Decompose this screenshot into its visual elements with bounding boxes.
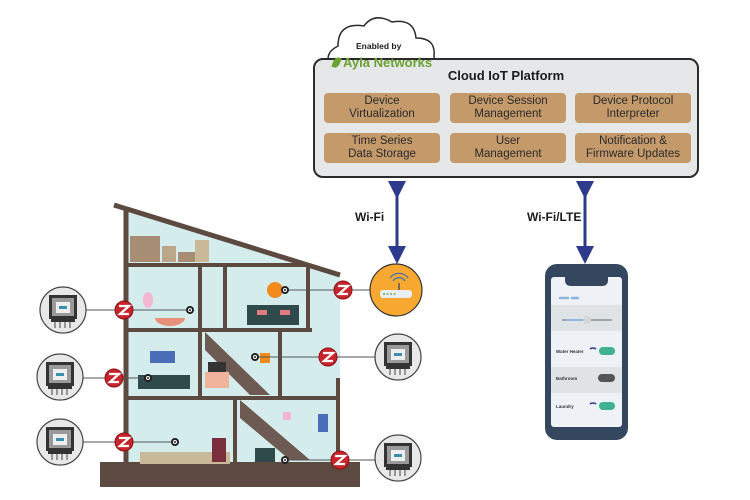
module-user-management: User Management — [450, 133, 566, 163]
sensor-device-icon — [36, 353, 84, 401]
enabled-by-label: Enabled by — [356, 41, 402, 51]
wifi-router-icon — [369, 263, 423, 317]
zigbee-icon — [332, 279, 354, 301]
sensor-device-icon — [374, 333, 422, 381]
wifi-link-label: Wi-Fi — [355, 210, 385, 224]
phone-row-bathroom: Bathroom — [556, 376, 578, 381]
leaf-icon — [331, 56, 342, 69]
zigbee-icon — [103, 367, 125, 389]
zigbee-icon — [317, 346, 339, 368]
brand-name: Ayla Networks — [343, 55, 433, 70]
zigbee-icon — [329, 449, 351, 471]
module-device-session-management: Device Session Management — [450, 93, 566, 123]
zigbee-icon — [113, 299, 135, 321]
zigbee-icon — [113, 431, 135, 453]
module-time-series-data-storage: Time Series Data Storage — [324, 133, 440, 163]
module-device-virtualization: Device Virtualization — [324, 93, 440, 123]
phone-row-water-heater: Water Heater — [556, 349, 584, 354]
sensor-device-icon — [39, 286, 87, 334]
platform-title: Cloud IoT Platform — [447, 68, 565, 83]
module-device-protocol-interpreter: Device Protocol Interpreter — [575, 93, 691, 123]
sensor-device-icon — [374, 434, 422, 482]
phone-row-laundry: Laundry — [556, 404, 574, 409]
sensor-device-icon — [36, 418, 84, 466]
module-notification-firmware-updates: Notification & Firmware Updates — [575, 133, 691, 163]
wifi-lte-link-label: Wi-Fi/LTE — [527, 210, 582, 224]
house-illustration — [100, 202, 360, 487]
ayla-logo: Ayla Networks — [331, 55, 433, 70]
